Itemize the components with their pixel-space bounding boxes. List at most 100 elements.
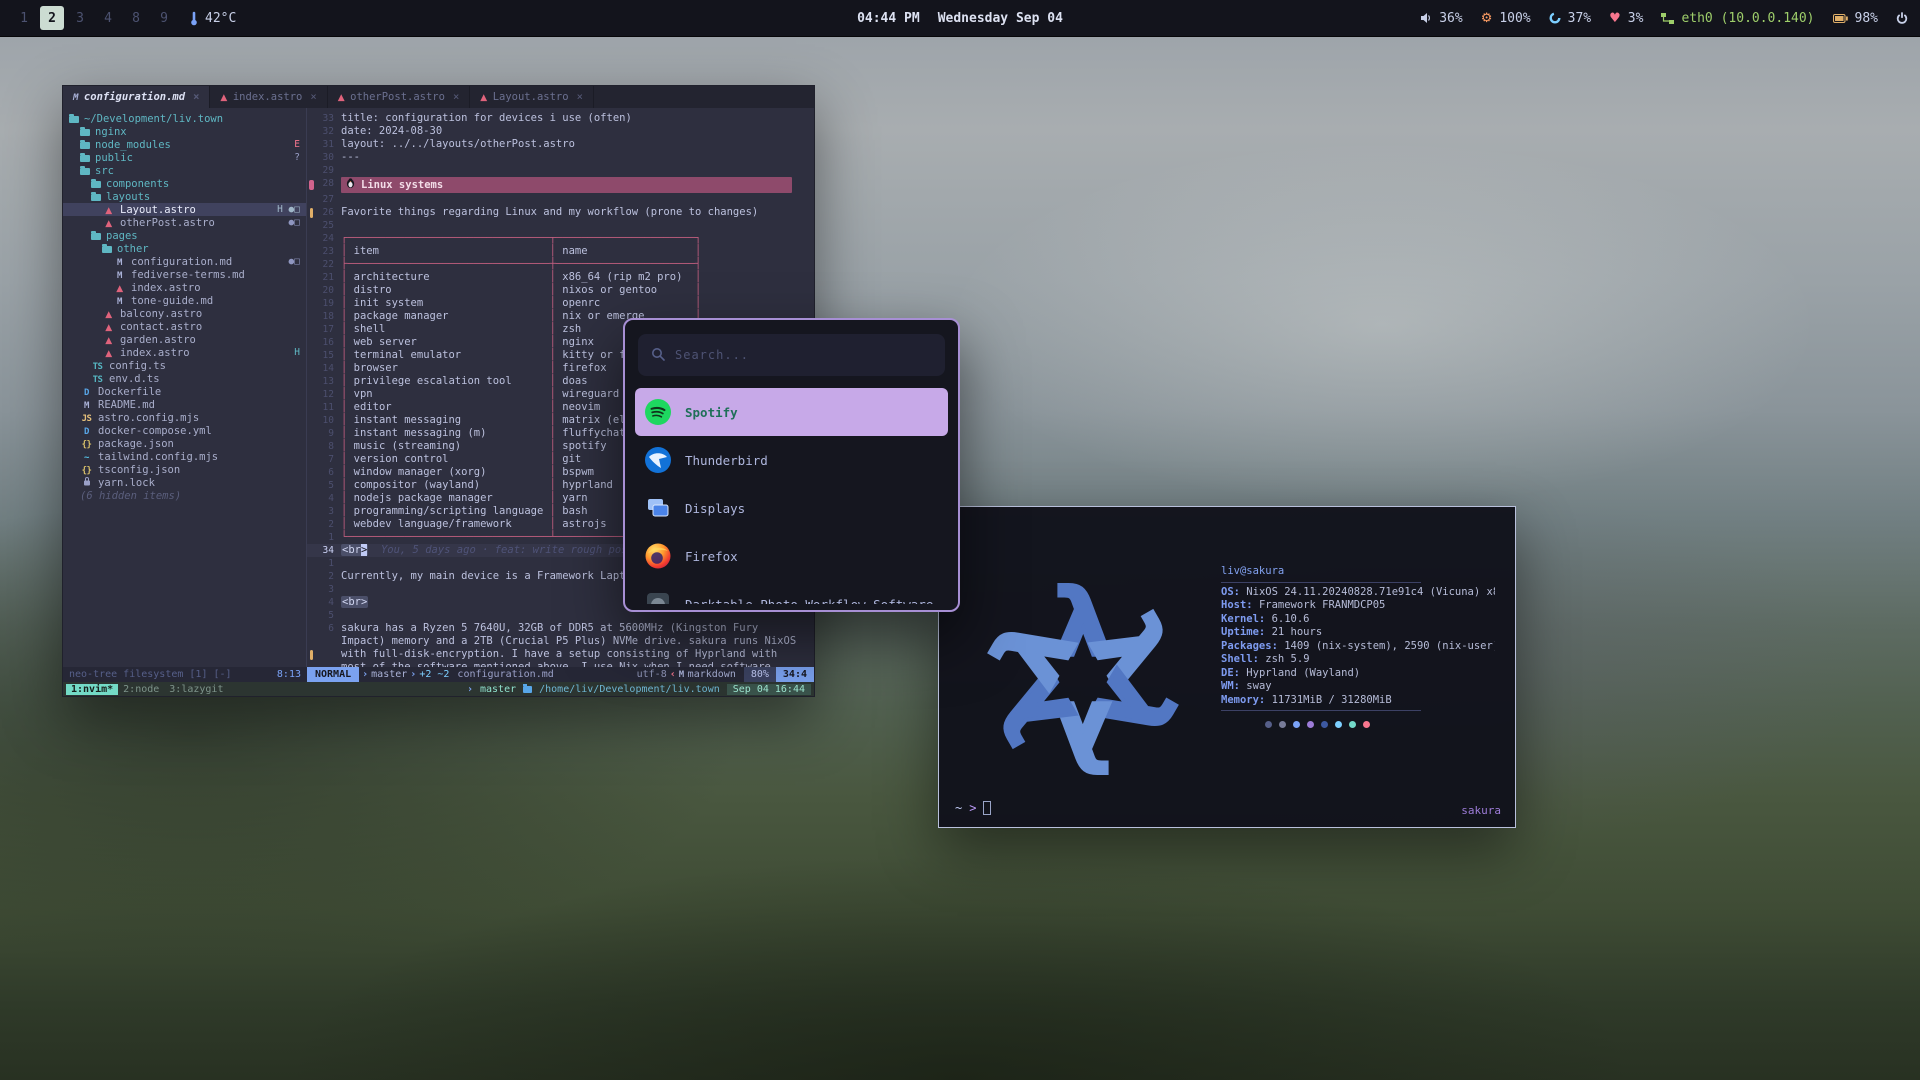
tree-item-label: src [95, 165, 114, 177]
app-item-thunderbird[interactable]: Thunderbird [635, 436, 948, 484]
tmux-window-2-node[interactable]: 2:node [118, 684, 164, 695]
clock-date: Wednesday Sep 04 [938, 11, 1063, 26]
tree-item-src[interactable]: src [63, 164, 306, 177]
tab-layout-astro[interactable]: ▲Layout.astro× [470, 86, 594, 108]
tree-item-fediverse-terms-md[interactable]: Mfediverse-terms.md [63, 268, 306, 281]
tree-item-configuration-md[interactable]: Mconfiguration.md●□ [63, 255, 306, 268]
search-icon [651, 346, 665, 365]
line-number: 22 [315, 258, 341, 271]
module-brightness[interactable]: ⚙100% [1481, 11, 1531, 26]
tmux-window-3-lazygit[interactable]: 3:lazygit [164, 684, 228, 695]
tab-close-icon[interactable]: × [310, 91, 316, 103]
buffer-line: 30--- [307, 151, 814, 164]
tree-item-package-json[interactable]: {}package.json [63, 437, 306, 450]
tree-item-layouts[interactable]: layouts [63, 190, 306, 203]
workspace-4[interactable]: 4 [96, 6, 120, 30]
workspace-2[interactable]: 2 [40, 6, 64, 30]
tree-item-node-modules[interactable]: node_modulesE [63, 138, 306, 151]
app-item-firefox[interactable]: Firefox [635, 532, 948, 580]
buffer-line: 20│ distro │ nixos or gentoo │ [307, 284, 814, 297]
module-volume[interactable]: 36% [1420, 11, 1462, 26]
tree-item-nginx[interactable]: nginx [63, 125, 306, 138]
tree-item-6-hidden-items[interactable]: (6 hidden items) [63, 489, 306, 502]
module-power[interactable] [1896, 12, 1908, 24]
vim-mode: NORMAL [307, 667, 359, 682]
tree-item-docker-compose-yml[interactable]: Ddocker-compose.yml [63, 424, 306, 437]
tab-label: Layout.astro [493, 91, 569, 103]
fetch-entry-label: Packages: [1221, 640, 1284, 652]
workspace-1[interactable]: 1 [12, 6, 36, 30]
table-border: │ [341, 440, 354, 452]
tree-item-astro-config-mjs[interactable]: JSastro.config.mjs [63, 411, 306, 424]
tree-item-tone-guide-md[interactable]: Mtone-guide.md [63, 294, 306, 307]
line-number: 2 [315, 518, 341, 531]
tree-item-badge: H ●□ [277, 204, 300, 215]
shell-prompt[interactable]: ~ > [955, 801, 991, 815]
module-cpu[interactable]: ♥3% [1609, 11, 1643, 26]
table-cell: instant messaging [354, 414, 544, 426]
module-disk[interactable]: 37% [1549, 11, 1591, 26]
tree-item-tsconfig-json[interactable]: {}tsconfig.json [63, 463, 306, 476]
tab-otherpost-astro[interactable]: ▲otherPost.astro× [328, 86, 471, 108]
table-border: │ [341, 479, 354, 491]
app-item-darktable-photo-workflow-software[interactable]: Darktable Photo Workflow Software [635, 580, 948, 604]
sign-column [307, 164, 315, 177]
tree-item-dockerfile[interactable]: DDockerfile [63, 385, 306, 398]
search-input[interactable] [675, 348, 932, 362]
table-line: │ item │ name │ [341, 245, 814, 258]
tree-item-development-liv-town[interactable]: ~/Development/liv.town [63, 112, 306, 125]
tree-item-config-ts[interactable]: TSconfig.ts [63, 359, 306, 372]
module-network[interactable]: eth0 (10.0.0.140) [1661, 11, 1814, 26]
tree-item-env-d-ts[interactable]: TSenv.d.ts [63, 372, 306, 385]
tree-item-garden-astro[interactable]: ▲garden.astro [63, 333, 306, 346]
brightness-value: 100% [1499, 11, 1530, 26]
tabbar: Mconfiguration.md×▲index.astro×▲otherPos… [63, 86, 814, 108]
tree-item-label: config.ts [109, 360, 166, 372]
tree-item-components[interactable]: components [63, 177, 306, 190]
tmux-window-1-nvim[interactable]: 1:nvim* [66, 684, 118, 695]
neotree-position: 8:13 [277, 669, 301, 680]
tree-item-contact-astro[interactable]: ▲contact.astro [63, 320, 306, 333]
tree-item-layout-astro[interactable]: ▲Layout.astroH ●□ [63, 203, 306, 216]
filetype-label: markdown [688, 669, 736, 680]
tree-item-other[interactable]: other [63, 242, 306, 255]
tree-item-public[interactable]: public? [63, 151, 306, 164]
search-box[interactable] [638, 334, 945, 376]
app-item-displays[interactable]: Displays [635, 484, 948, 532]
tab-close-icon[interactable]: × [193, 91, 199, 103]
tree-item-tailwind-config-mjs[interactable]: ~tailwind.config.mjs [63, 450, 306, 463]
table-border: │ [543, 245, 562, 257]
workspace-8[interactable]: 8 [124, 6, 148, 30]
tab-configuration-md[interactable]: Mconfiguration.md× [63, 86, 210, 108]
module-battery[interactable]: 98% [1833, 11, 1878, 26]
fetch-entry-value: 21 hours [1272, 626, 1323, 638]
tree-item-index-astro[interactable]: ▲index.astro [63, 281, 306, 294]
separator: › [359, 669, 371, 680]
workspace-3[interactable]: 3 [68, 6, 92, 30]
tree-item-pages[interactable]: pages [63, 229, 306, 242]
table-cell: version control [354, 453, 544, 465]
tree-item-yarn-lock[interactable]: yarn.lock [63, 476, 306, 489]
tree-item-label: otherPost.astro [120, 217, 215, 229]
line-number: 27 [315, 193, 341, 206]
tree-item-readme-md[interactable]: MREADME.md [63, 398, 306, 411]
inline-code: <br> [341, 544, 368, 556]
table-cell: distro [354, 284, 544, 296]
table-border: │ [341, 297, 354, 309]
table-cell: editor [354, 401, 544, 413]
tree-item-balcony-astro[interactable]: ▲balcony.astro [63, 307, 306, 320]
tree-item-otherpost-astro[interactable]: ▲otherPost.astro●□ [63, 216, 306, 229]
tree-item-index-astro[interactable]: ▲index.astroH [63, 346, 306, 359]
tab-close-icon[interactable]: × [577, 91, 583, 103]
topbar: 123489 42°C 04:44 PM Wednesday Sep 04 36… [0, 0, 1920, 37]
tab-close-icon[interactable]: × [453, 91, 459, 103]
table-border: │ [341, 323, 354, 335]
table-cell: window manager (xorg) [354, 466, 544, 478]
app-item-spotify[interactable]: Spotify [635, 388, 948, 436]
tree-item-label: other [117, 243, 149, 255]
workspace-9[interactable]: 9 [152, 6, 176, 30]
tmux-git-branch: master [480, 684, 516, 695]
tab-index-astro[interactable]: ▲index.astro× [210, 86, 327, 108]
astro-icon: ▲ [102, 308, 115, 320]
buffer-line: 22├────────────────────────────────┼────… [307, 258, 814, 271]
